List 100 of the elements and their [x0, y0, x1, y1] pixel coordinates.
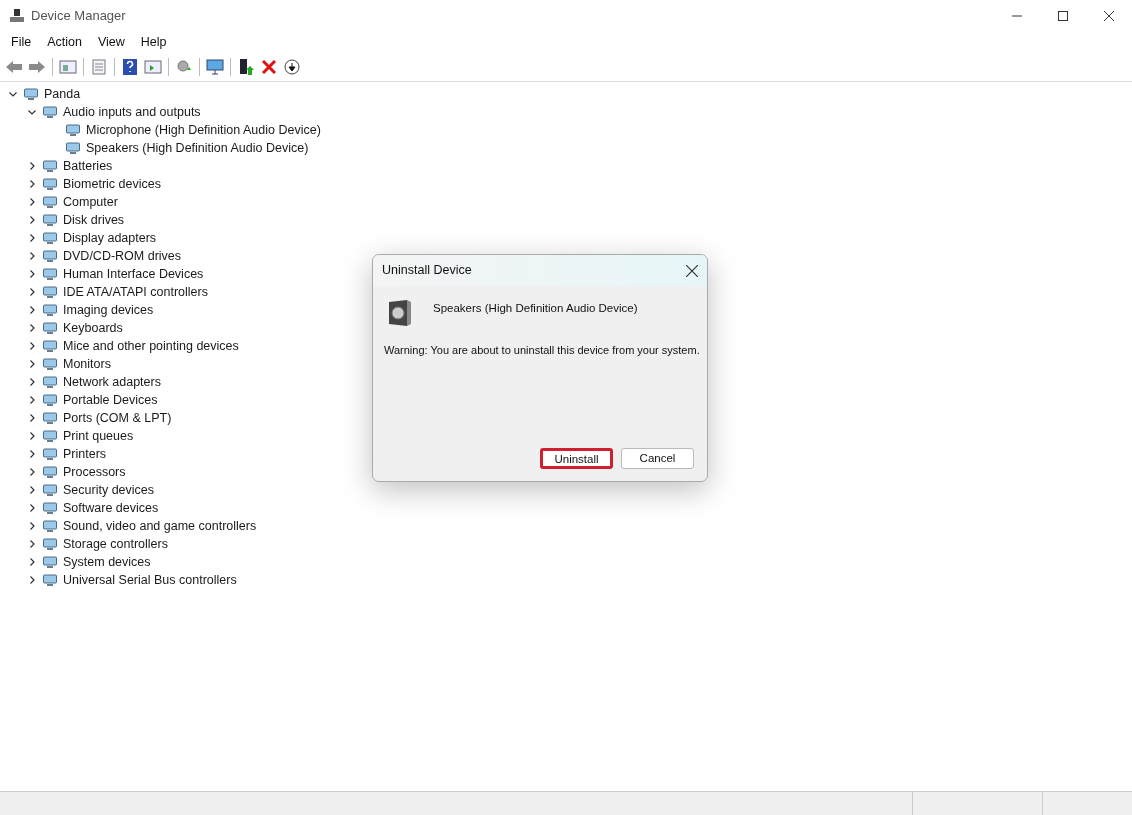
chevron-right-icon[interactable] — [27, 467, 37, 477]
tree-item[interactable]: Keyboards — [63, 318, 123, 338]
chevron-right-icon[interactable] — [27, 503, 37, 513]
chevron-right-icon[interactable] — [27, 521, 37, 531]
device-icon — [65, 122, 81, 138]
tree-item[interactable]: Ports (COM & LPT) — [63, 408, 172, 428]
chevron-right-icon[interactable] — [27, 431, 37, 441]
tree-item[interactable]: DVD/CD-ROM drives — [63, 246, 182, 266]
chevron-right-icon[interactable] — [27, 161, 37, 171]
tree-item[interactable]: Display adapters — [63, 228, 157, 248]
chevron-right-icon[interactable] — [27, 557, 37, 567]
device-icon — [42, 554, 58, 570]
tree-item[interactable]: Storage controllers — [63, 534, 168, 554]
chevron-right-icon[interactable] — [27, 233, 37, 243]
x-mark-icon — [262, 59, 276, 74]
chevron-right-icon[interactable] — [27, 413, 37, 423]
device-icon — [42, 446, 58, 462]
tree-item[interactable]: Printers — [63, 444, 107, 464]
chevron-right-icon[interactable] — [27, 179, 37, 189]
tree-item[interactable]: Software devices — [63, 498, 159, 518]
chevron-right-icon[interactable] — [27, 215, 37, 225]
computer-icon — [9, 8, 25, 24]
document-icon — [91, 58, 107, 75]
maximize-icon — [1058, 11, 1068, 21]
close-icon — [686, 264, 698, 277]
device-icon — [42, 284, 58, 300]
chevron-right-icon[interactable] — [27, 269, 37, 279]
device-icon — [42, 158, 58, 174]
device-icon — [42, 194, 58, 210]
chevron-down-icon[interactable] — [27, 107, 37, 117]
tree-item[interactable]: Mice and other pointing devices — [63, 336, 239, 356]
chevron-right-icon[interactable] — [27, 305, 37, 315]
device-icon — [42, 500, 58, 516]
chevron-right-icon[interactable] — [27, 341, 37, 351]
close-icon — [1104, 11, 1114, 21]
device-icon — [42, 464, 58, 480]
tree-item[interactable]: Microphone (High Definition Audio Device) — [86, 120, 321, 140]
tree-item[interactable]: Portable Devices — [63, 390, 158, 410]
device-icon — [42, 392, 58, 408]
device-icon — [65, 140, 81, 156]
device-icon — [42, 428, 58, 444]
chevron-right-icon[interactable] — [27, 539, 37, 549]
tree-item[interactable]: Print queues — [63, 426, 134, 446]
tree-item[interactable]: Biometric devices — [63, 174, 161, 194]
tree-item[interactable]: System devices — [63, 552, 151, 572]
device-icon — [23, 86, 39, 102]
chevron-right-icon[interactable] — [27, 377, 37, 387]
menu-item[interactable]: View — [90, 32, 132, 52]
tree-item[interactable]: Panda — [44, 84, 81, 104]
back-arrow-icon — [5, 59, 23, 74]
tree-item[interactable]: Processors — [63, 462, 126, 482]
chevron-right-icon[interactable] — [27, 395, 37, 405]
chevron-right-icon[interactable] — [27, 197, 37, 207]
tree-item[interactable]: Security devices — [63, 480, 154, 500]
tree-item[interactable]: Audio inputs and outputs — [63, 102, 201, 122]
device-arrow-icon — [238, 57, 254, 76]
tree-item[interactable]: Network adapters — [63, 372, 161, 392]
device-name: Speakers (High Definition Audio Device) — [433, 301, 638, 316]
chevron-right-icon[interactable] — [27, 359, 37, 369]
device-icon — [42, 410, 58, 426]
chevron-right-icon[interactable] — [27, 323, 37, 333]
tree-item[interactable]: Computer — [63, 192, 118, 212]
tree-item[interactable]: IDE ATA/ATAPI controllers — [63, 282, 208, 302]
help-icon — [122, 57, 138, 76]
monitor-icon — [205, 57, 225, 76]
device-icon — [42, 320, 58, 336]
tree-item[interactable]: Disk drives — [63, 210, 125, 230]
tree-item[interactable]: Sound, video and game controllers — [63, 516, 257, 536]
device-icon — [42, 518, 58, 534]
chevron-right-icon[interactable] — [27, 575, 37, 585]
chevron-right-icon[interactable] — [27, 287, 37, 297]
tree-item[interactable]: Speakers (High Definition Audio Device) — [86, 138, 309, 158]
warning-message: Warning: You are about to uninstall this device from your system. — [384, 343, 701, 358]
chevron-right-icon[interactable] — [27, 251, 37, 261]
dialog-button[interactable]: Uninstall — [540, 448, 613, 469]
tree-item[interactable]: Batteries — [63, 156, 113, 176]
device-icon — [42, 104, 58, 120]
device-icon — [42, 230, 58, 246]
device-icon — [42, 302, 58, 318]
device-icon — [42, 212, 58, 228]
dialog-title: Uninstall Device — [382, 262, 472, 280]
menu-item[interactable]: Help — [133, 32, 174, 52]
device-icon — [42, 482, 58, 498]
menu-item[interactable]: File — [4, 32, 39, 52]
window-title: Device Manager — [31, 7, 126, 26]
device-icon — [42, 374, 58, 390]
menu-item[interactable]: Action — [40, 32, 89, 52]
dialog-button[interactable]: Cancel — [621, 448, 694, 469]
device-icon — [42, 176, 58, 192]
tree-item[interactable]: Monitors — [63, 354, 111, 374]
chevron-down-icon[interactable] — [8, 89, 18, 99]
speaker-icon — [387, 299, 413, 327]
window-icon — [144, 58, 162, 75]
forward-arrow-icon — [28, 59, 46, 74]
tree-item[interactable]: Imaging devices — [63, 300, 154, 320]
chevron-right-icon[interactable] — [27, 449, 37, 459]
device-icon — [42, 248, 58, 264]
tree-item[interactable]: Universal Serial Bus controllers — [63, 570, 237, 590]
tree-item[interactable]: Human Interface Devices — [63, 264, 204, 284]
chevron-right-icon[interactable] — [27, 485, 37, 495]
